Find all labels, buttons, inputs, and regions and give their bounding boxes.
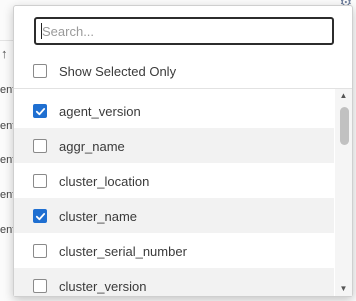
column-option-row[interactable]: agent_version	[33, 101, 141, 121]
table-cell: ent	[0, 120, 14, 132]
column-option-row[interactable]: cluster_version	[33, 276, 146, 296]
table-cell: ent	[0, 189, 14, 201]
column-option-row[interactable]: aggr_name	[33, 136, 125, 156]
show-selected-only-label: Show Selected Only	[59, 63, 177, 79]
table-cell: ent	[0, 84, 14, 96]
scrollbar[interactable]: ▲ ▼	[335, 89, 352, 296]
show-selected-only-checkbox[interactable]	[33, 64, 47, 78]
column-chooser-dropdown: Show Selected Only agent_version aggr_nam…	[13, 5, 353, 297]
header-divider	[0, 40, 14, 41]
column-checkbox[interactable]	[33, 104, 47, 118]
column-option[interactable]: cluster_version	[14, 268, 334, 296]
column-label: cluster_location	[59, 173, 150, 189]
table-cell: ent	[0, 224, 14, 236]
show-selected-only-option[interactable]: Show Selected Only	[33, 61, 176, 81]
column-checkbox[interactable]	[33, 244, 47, 258]
column-option[interactable]: cluster_location	[14, 163, 334, 198]
checkmark-icon	[35, 107, 45, 115]
column-option-row[interactable]: cluster_location	[33, 171, 149, 191]
column-checkbox[interactable]	[33, 209, 47, 223]
column-option[interactable]: agent_version	[14, 93, 334, 128]
column-option-row[interactable]: cluster_name	[33, 206, 137, 226]
column-checkbox[interactable]	[33, 139, 47, 153]
column-checkbox[interactable]	[33, 174, 47, 188]
column-label: agent_version	[59, 103, 141, 119]
column-option[interactable]: aggr_name	[14, 128, 334, 163]
column-label: cluster_version	[59, 278, 147, 294]
column-option[interactable]: cluster_name	[14, 198, 334, 233]
scrollbar-thumb[interactable]	[340, 107, 349, 145]
arrow-up-icon[interactable]: ↑	[1, 46, 8, 61]
column-option-row[interactable]: cluster_serial_number	[33, 241, 187, 261]
scroll-up-icon[interactable]: ▲	[335, 89, 352, 103]
text-caret	[41, 23, 42, 39]
column-option[interactable]: cluster_serial_number	[14, 233, 334, 268]
table-cell: ent	[0, 154, 14, 166]
checkmark-icon	[35, 212, 45, 220]
column-list: agent_version aggr_name cluster_locationcl…	[14, 89, 352, 296]
search-input[interactable]	[34, 17, 334, 45]
column-checkbox[interactable]	[33, 279, 47, 293]
column-label: cluster_serial_number	[59, 243, 187, 259]
column-label: aggr_name	[59, 138, 125, 154]
scroll-down-icon[interactable]: ▼	[335, 282, 352, 296]
column-label: cluster_name	[59, 208, 138, 224]
